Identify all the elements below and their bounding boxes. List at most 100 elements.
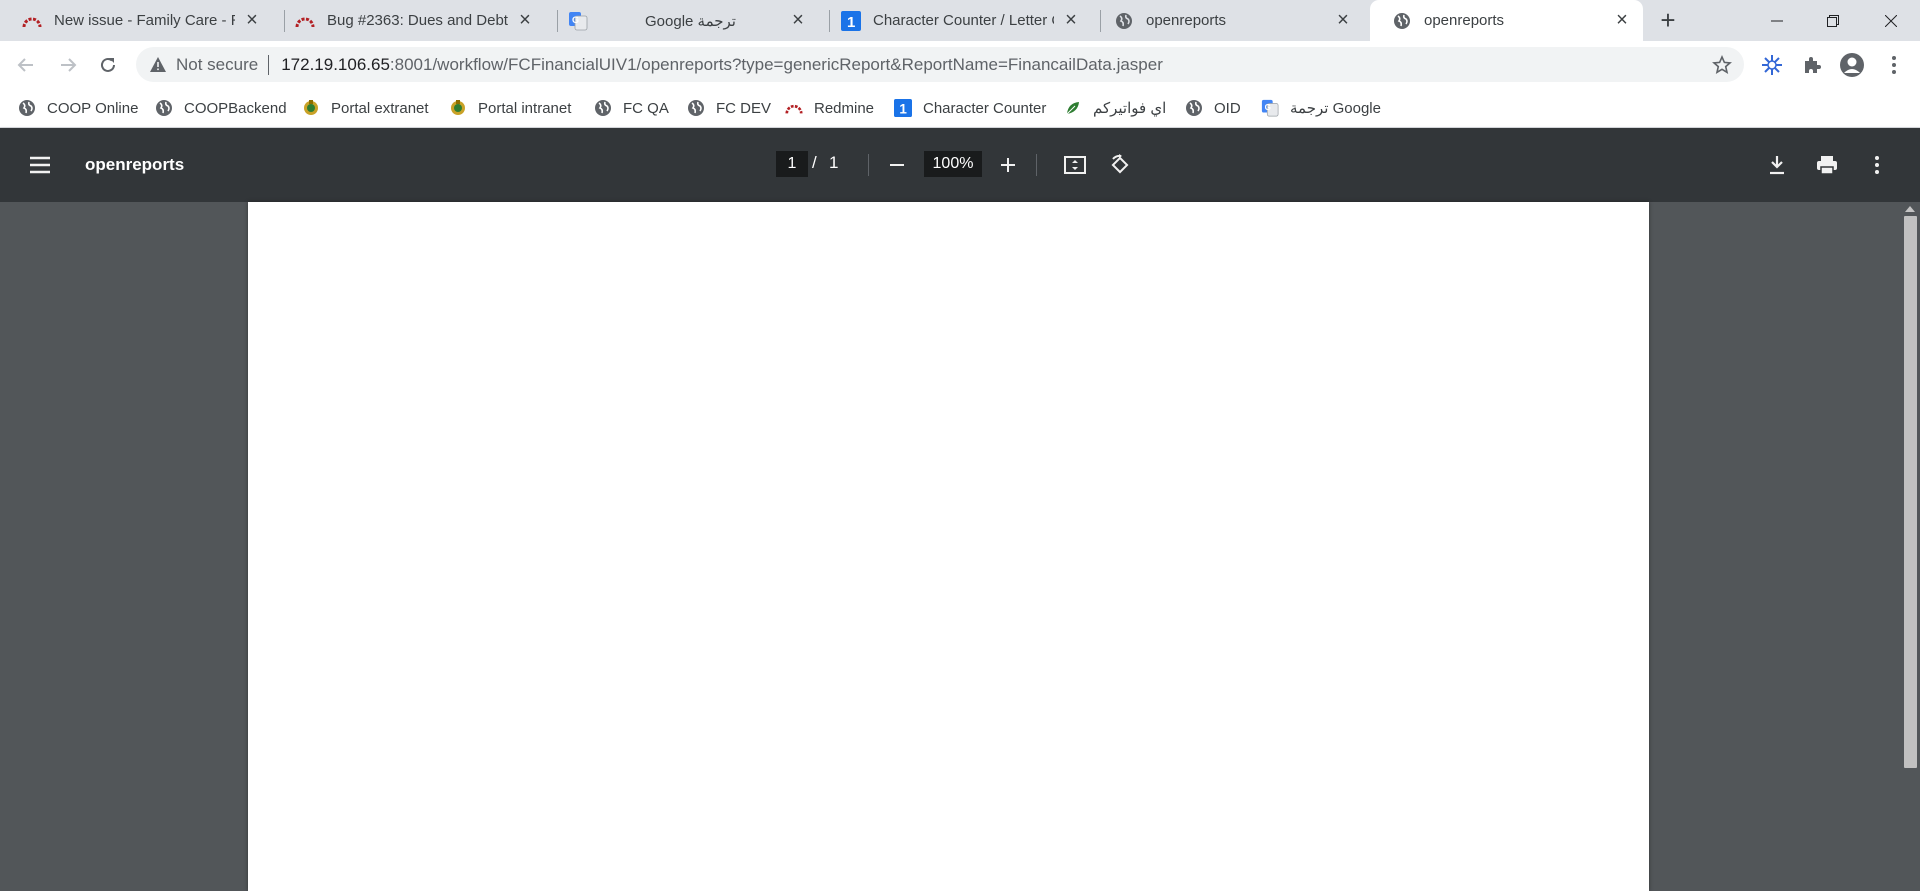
fit-to-page-button[interactable] bbox=[1060, 150, 1090, 180]
restore-button[interactable] bbox=[1808, 0, 1858, 41]
globe-icon bbox=[594, 99, 612, 117]
close-window-button[interactable] bbox=[1866, 0, 1916, 41]
bookmark-label: اي فواتيركم bbox=[1093, 100, 1167, 117]
pdf-viewer-area[interactable] bbox=[0, 202, 1920, 891]
address-bar[interactable]: Not secure 172.19.106.65:8001/workflow/F… bbox=[136, 47, 1744, 82]
url-host: 172.19.106.65 bbox=[281, 54, 390, 74]
svg-text:1: 1 bbox=[847, 14, 855, 31]
forward-arrow-icon bbox=[61, 58, 77, 72]
globe-icon bbox=[1392, 11, 1412, 31]
svg-text:G: G bbox=[1265, 103, 1271, 112]
bookmark-label: COOPBackend bbox=[184, 99, 287, 117]
close-icon[interactable]: × bbox=[1060, 9, 1082, 32]
google-translate-icon: G bbox=[1261, 99, 1279, 117]
download-icon bbox=[1770, 156, 1784, 175]
scroll-up-arrow-icon[interactable] bbox=[1905, 206, 1915, 212]
zoom-level-input[interactable]: 100% bbox=[924, 151, 982, 177]
tab-google-translate[interactable]: G ترجمة Google × bbox=[546, 0, 819, 41]
minimize-button[interactable] bbox=[1752, 0, 1802, 41]
chrome-menu-icon[interactable] bbox=[1880, 51, 1908, 79]
character-counter-icon: 1 bbox=[841, 10, 861, 31]
bookmark-label: Redmine bbox=[814, 99, 875, 117]
tab-title: openreports bbox=[1424, 12, 1505, 29]
security-label[interactable]: Not secure bbox=[176, 55, 258, 75]
close-icon[interactable]: × bbox=[241, 9, 263, 32]
url-path: :8001/workflow/FCFinancialUIV1/openrepor… bbox=[389, 54, 1163, 74]
scrollbar-thumb[interactable] bbox=[1904, 216, 1917, 768]
back-button[interactable] bbox=[10, 49, 42, 81]
plus-icon bbox=[1001, 158, 1015, 172]
tab-openreports[interactable]: openreports × bbox=[1092, 0, 1364, 41]
tab-title: Character Counter / Letter Count bbox=[873, 12, 1054, 29]
rotate-icon bbox=[1111, 154, 1129, 174]
close-icon[interactable]: × bbox=[1611, 9, 1633, 32]
divider bbox=[268, 54, 270, 75]
tab-title: ترجمة Google bbox=[645, 12, 736, 30]
print-icon bbox=[1817, 156, 1837, 175]
sidebar-menu-icon[interactable] bbox=[28, 153, 52, 177]
pdf-toolbar: openreports 1 / 1 100% bbox=[0, 128, 1920, 202]
tab-title: openreports bbox=[1146, 12, 1227, 29]
tab-character-counter[interactable]: 1 Character Counter / Letter Count × bbox=[819, 0, 1092, 41]
bookmark-fc-dev[interactable]: FC DEV bbox=[687, 88, 771, 128]
url-text[interactable]: 172.19.106.65:8001/workflow/FCFinancialU… bbox=[281, 55, 1163, 75]
redmine-icon bbox=[785, 99, 803, 117]
new-tab-button[interactable]: + bbox=[1653, 5, 1683, 35]
character-counter-icon: 1 bbox=[894, 99, 912, 117]
tab-openreports-active[interactable]: openreports × bbox=[1370, 0, 1643, 41]
zoom-in-button[interactable] bbox=[993, 150, 1023, 180]
profile-avatar-icon[interactable] bbox=[1838, 51, 1866, 79]
leaf-icon bbox=[1064, 99, 1082, 117]
globe-icon bbox=[1114, 11, 1134, 31]
bookmark-portal-extranet[interactable]: Portal extranet bbox=[302, 88, 429, 128]
google-translate-icon: G bbox=[568, 11, 588, 31]
tab-bug-2363[interactable]: Bug #2363: Dues and Debts report × bbox=[273, 0, 546, 41]
bookmark-portal-intranet[interactable]: Portal intranet bbox=[449, 88, 571, 128]
bookmark-redmine[interactable]: Redmine bbox=[785, 88, 874, 128]
bookmark-google-translate[interactable]: G ترجمة Google bbox=[1261, 88, 1381, 128]
page-total: 1 bbox=[829, 153, 839, 172]
close-icon[interactable]: × bbox=[514, 9, 536, 32]
page-number-input[interactable]: 1 bbox=[776, 151, 808, 177]
bookmark-star-icon[interactable] bbox=[1710, 53, 1734, 77]
bookmark-character-counter[interactable]: 1 Character Counter bbox=[894, 88, 1046, 128]
fit-page-icon bbox=[1064, 156, 1086, 174]
document-title: openreports bbox=[85, 155, 185, 174]
globe-icon bbox=[1185, 99, 1203, 117]
reload-icon bbox=[101, 57, 115, 72]
close-icon[interactable]: × bbox=[1332, 9, 1354, 32]
reload-button[interactable] bbox=[92, 49, 124, 81]
divider bbox=[1036, 154, 1037, 176]
warning-icon[interactable] bbox=[150, 57, 166, 73]
tab-title: Bug #2363: Dues and Debts report bbox=[327, 12, 508, 29]
tab-new-issue[interactable]: New issue - Family Care - Redmine × bbox=[0, 0, 273, 41]
pdf-page bbox=[248, 202, 1649, 891]
bookmark-oid[interactable]: OID bbox=[1185, 88, 1241, 128]
bookmark-label: Character Counter bbox=[923, 99, 1047, 117]
bookmarks-bar: COOP Online COOPBackend Portal extranet … bbox=[0, 88, 1920, 128]
globe-icon bbox=[155, 99, 173, 117]
rotate-button[interactable] bbox=[1105, 150, 1135, 180]
emblem-icon bbox=[302, 99, 320, 117]
bookmark-coop-online[interactable]: COOP Online bbox=[18, 88, 138, 128]
zoom-out-button[interactable] bbox=[882, 150, 912, 180]
bookmark-label: COOP Online bbox=[47, 99, 139, 117]
emblem-icon bbox=[449, 99, 467, 117]
bookmark-coopbackend[interactable]: COOPBackend bbox=[155, 88, 287, 128]
svg-text:1: 1 bbox=[899, 101, 907, 116]
minus-icon bbox=[890, 164, 904, 166]
svg-text:G: G bbox=[572, 15, 579, 25]
bookmark-fc-qa[interactable]: FC QA bbox=[594, 88, 669, 128]
download-button[interactable] bbox=[1762, 150, 1792, 180]
more-actions-icon[interactable] bbox=[1862, 150, 1892, 180]
puzzle-extensions-icon[interactable] bbox=[1798, 51, 1826, 79]
close-icon[interactable]: × bbox=[787, 9, 809, 32]
divider bbox=[868, 154, 869, 176]
bookmark-label: Portal intranet bbox=[478, 99, 572, 117]
forward-button[interactable] bbox=[52, 49, 84, 81]
bookmark-label: Portal extranet bbox=[331, 99, 429, 117]
globe-icon bbox=[18, 99, 36, 117]
bookmark-e-invoices[interactable]: اي فواتيركم bbox=[1064, 88, 1166, 128]
extension-icon[interactable] bbox=[1758, 51, 1786, 79]
print-button[interactable] bbox=[1812, 150, 1842, 180]
